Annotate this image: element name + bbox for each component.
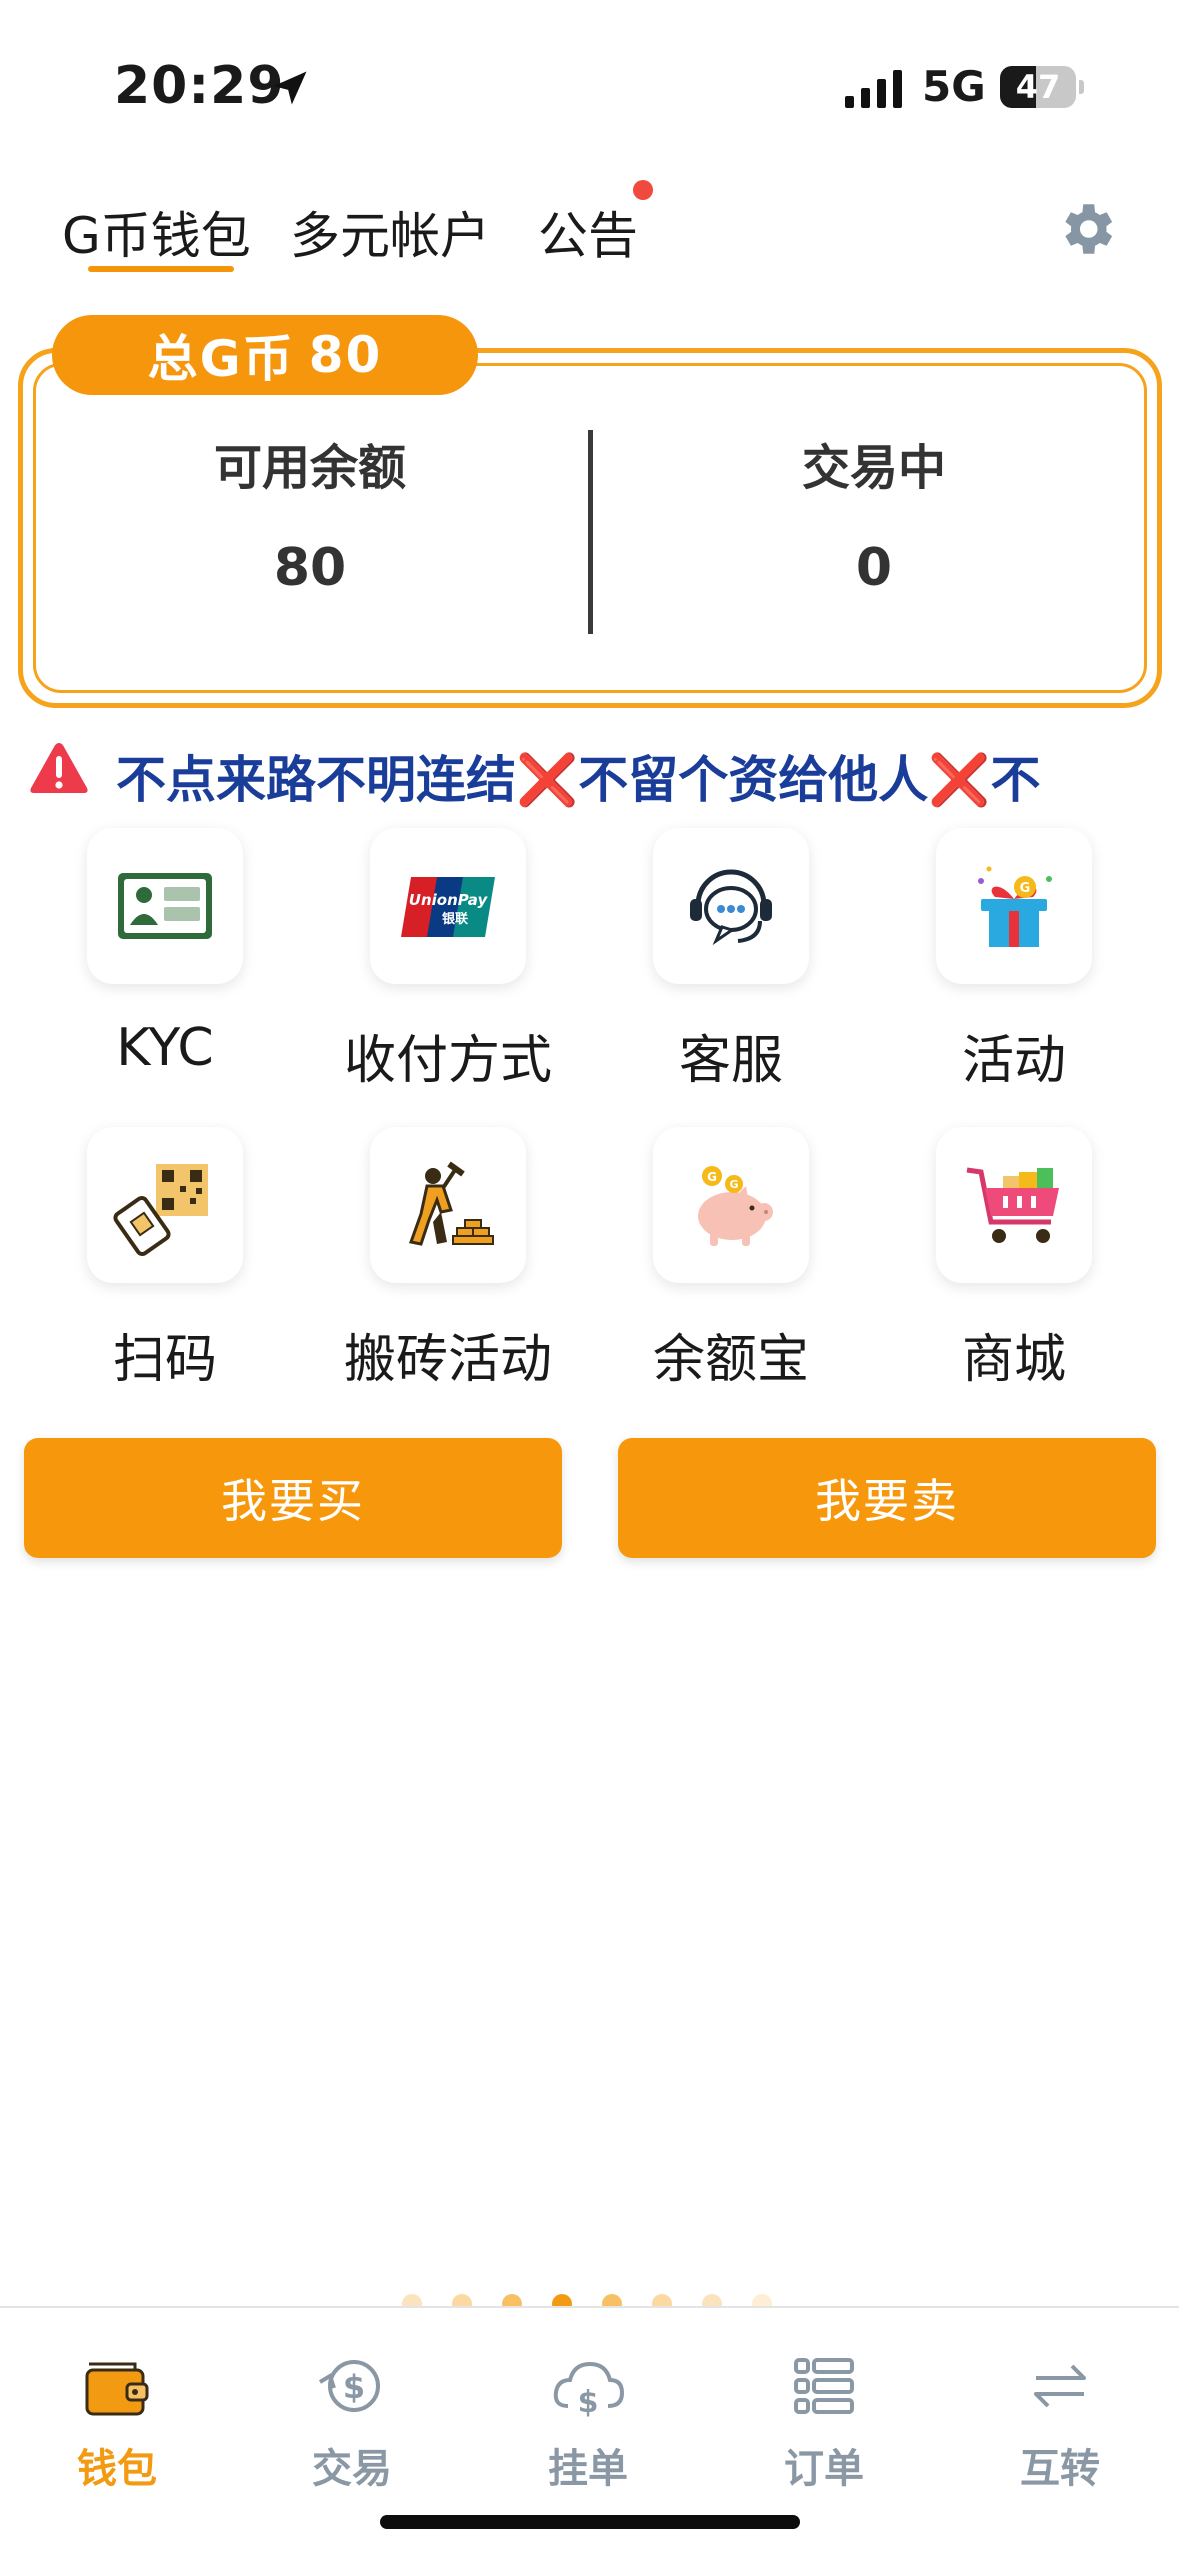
balance-divider bbox=[588, 430, 593, 634]
home-indicator bbox=[380, 2515, 800, 2529]
nav-item-listing[interactable]: $ 挂单 bbox=[488, 2328, 688, 2498]
svg-text:G: G bbox=[707, 1170, 717, 1184]
id-card-icon bbox=[118, 873, 212, 939]
status-bar: 20:29 5G 47 bbox=[0, 0, 1179, 170]
exchange-icon: $ bbox=[318, 2360, 380, 2412]
nav-item-orders[interactable]: 订单 bbox=[724, 2328, 924, 2498]
total-balance-pill: 总G币 80 bbox=[52, 315, 478, 395]
nav-label-wallet: 钱包 bbox=[77, 2446, 157, 2492]
trading-balance-label: 交易中 bbox=[801, 440, 946, 496]
svg-text:$: $ bbox=[578, 2385, 599, 2420]
customer-service-icon bbox=[690, 869, 772, 946]
grid-item-balance-treasure[interactable]: G G 余额宝 bbox=[596, 1127, 826, 1390]
svg-text:银联: 银联 bbox=[442, 911, 468, 927]
grid-item-customer-service[interactable]: 客服 bbox=[596, 828, 826, 1091]
svg-text:UnionPay: UnionPay bbox=[409, 891, 489, 909]
svg-text:G: G bbox=[1020, 881, 1031, 896]
unionpay-icon: UnionPay 银联 bbox=[401, 877, 495, 937]
battery-tip bbox=[1079, 80, 1084, 94]
nav-label-listing: 挂单 bbox=[548, 2446, 628, 2492]
transfer-icon bbox=[1034, 2364, 1086, 2408]
grid-tile bbox=[370, 1127, 526, 1283]
grid-tile bbox=[87, 828, 243, 984]
buy-button[interactable]: 我要买 bbox=[24, 1438, 562, 1558]
grid-item-payment-methods[interactable]: UnionPay 银联 收付方式 bbox=[313, 828, 552, 1091]
tab-multi-account[interactable]: 多元帐户 bbox=[290, 196, 490, 268]
network-type: 5G bbox=[922, 62, 986, 111]
nav-item-wallet[interactable]: 钱包 bbox=[17, 2328, 217, 2498]
tab-announcement[interactable]: 公告 bbox=[538, 196, 638, 268]
grid-tile: G bbox=[936, 828, 1092, 984]
active-tab-underline bbox=[88, 266, 234, 272]
grid-label-activities: 活动 bbox=[961, 1031, 1066, 1091]
grid-tile bbox=[936, 1127, 1092, 1283]
grid-item-kyc[interactable]: KYC bbox=[30, 828, 260, 1088]
shopping-cart-icon bbox=[966, 1167, 1059, 1243]
location-arrow-icon bbox=[273, 71, 307, 105]
grid-item-scan[interactable]: 扫码 bbox=[30, 1127, 260, 1390]
grid-tile: UnionPay 银联 bbox=[370, 828, 526, 984]
notification-dot bbox=[633, 180, 653, 200]
nav-item-transfer[interactable]: 互转 bbox=[960, 2328, 1160, 2498]
tab-g-coin-wallet[interactable]: G币钱包 bbox=[62, 196, 251, 268]
total-balance-label: 总G币 bbox=[147, 330, 295, 388]
svg-text:$: $ bbox=[343, 2368, 365, 2406]
brick-worker-icon bbox=[409, 1161, 494, 1246]
warning-icon bbox=[30, 743, 88, 793]
svg-text:G: G bbox=[729, 1178, 738, 1191]
trading-balance-value: 0 bbox=[855, 538, 893, 598]
gear-icon[interactable] bbox=[1053, 196, 1119, 262]
status-time: 20:29 bbox=[114, 56, 285, 116]
nav-item-trade[interactable]: $ 交易 bbox=[252, 2328, 452, 2498]
piggy-bank-icon: G G bbox=[698, 1166, 773, 1246]
nav-label-transfer: 互转 bbox=[1020, 2446, 1100, 2492]
list-icon bbox=[794, 2358, 854, 2414]
cloud-dollar-icon: $ bbox=[553, 2361, 625, 2420]
available-balance-label: 可用余额 bbox=[213, 440, 406, 496]
grid-item-mall[interactable]: 商城 bbox=[879, 1127, 1109, 1390]
qr-scan-icon bbox=[113, 1164, 208, 1257]
gift-icon: G bbox=[978, 866, 1052, 947]
top-tabs: G币钱包 多元帐户 公告 bbox=[0, 180, 1179, 290]
grid-tile bbox=[87, 1127, 243, 1283]
available-balance-value: 80 bbox=[273, 538, 347, 598]
announcement-marquee[interactable]: 不点来路不明连结❌不留个资给他人❌不 bbox=[116, 730, 1150, 810]
cellular-signal-icon bbox=[845, 70, 902, 108]
wallet-icon bbox=[85, 2362, 149, 2416]
total-balance-value: 80 bbox=[308, 326, 383, 384]
grid-item-brick-event[interactable]: 搬砖活动 bbox=[313, 1127, 552, 1390]
available-balance: 可用余额 80 bbox=[100, 428, 520, 598]
grid-item-activities[interactable]: G 活动 bbox=[879, 828, 1109, 1091]
battery-level: 47 bbox=[1015, 68, 1061, 106]
nav-label-orders: 订单 bbox=[784, 2446, 864, 2492]
grid-label-mall: 商城 bbox=[961, 1330, 1066, 1390]
trading-balance: 交易中 0 bbox=[664, 428, 1084, 598]
nav-label-trade: 交易 bbox=[312, 2446, 392, 2492]
grid-tile: G G bbox=[653, 1127, 809, 1283]
marquee-text: 不点来路不明连结❌不留个资给他人❌不 bbox=[116, 751, 1041, 809]
battery-icon: 47 bbox=[1000, 66, 1076, 108]
grid-tile bbox=[653, 828, 809, 984]
sell-button[interactable]: 我要卖 bbox=[618, 1438, 1156, 1558]
